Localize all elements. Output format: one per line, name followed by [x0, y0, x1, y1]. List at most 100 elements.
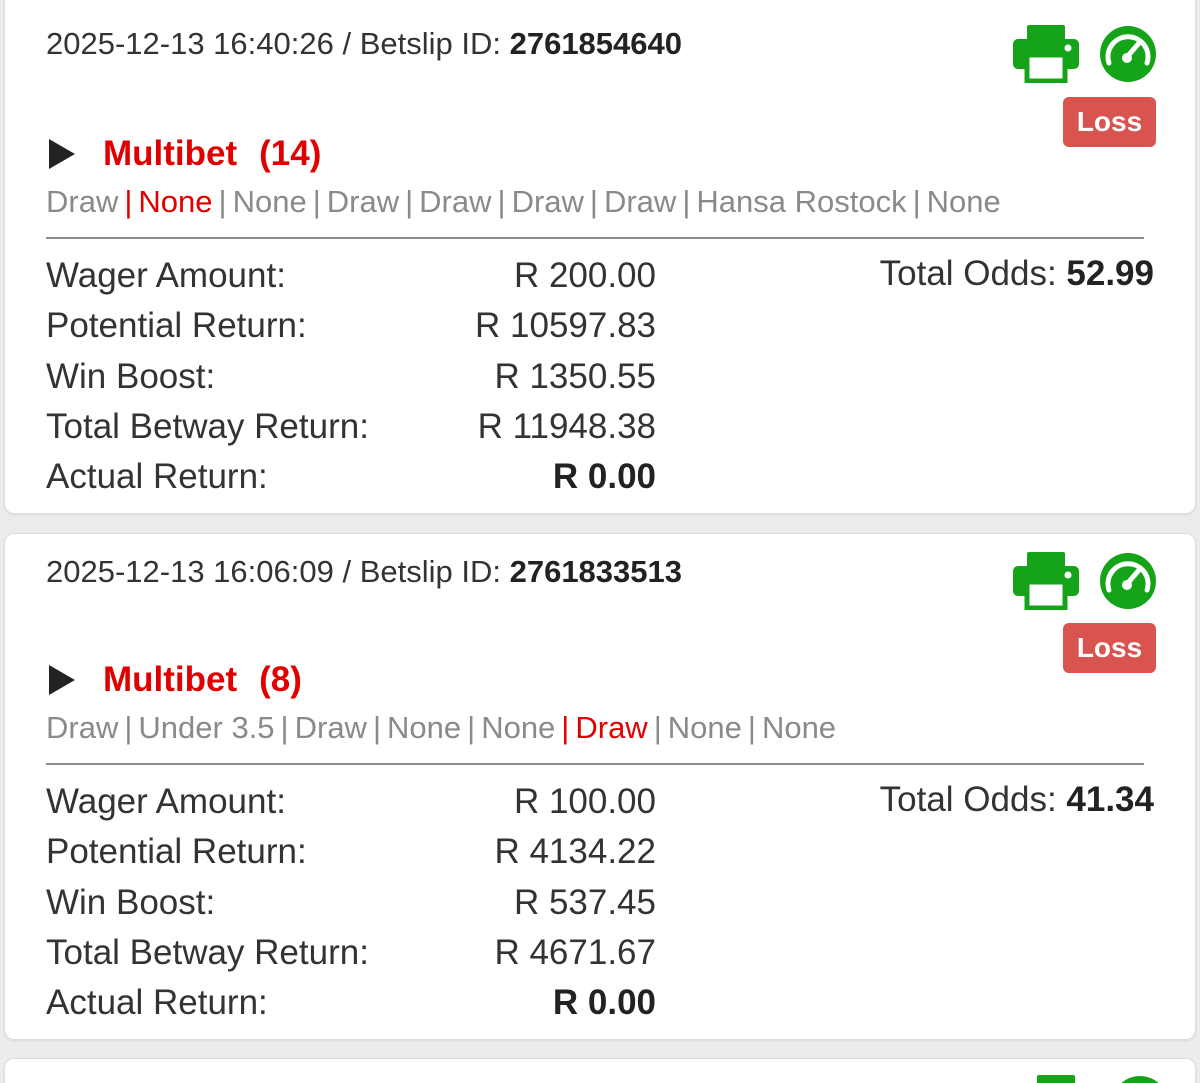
header-separator: / — [333, 554, 360, 589]
actual-return-row: Actual Return: R 0.00 — [46, 452, 656, 502]
win-boost-value: R 537.45 — [513, 882, 656, 922]
actual-return-row: Actual Return: R 0.00 — [46, 978, 656, 1028]
selection-item: None — [232, 184, 307, 219]
bet-type-toggle[interactable]: Multibet (8) — [49, 660, 302, 700]
status-badge: Loss — [1063, 623, 1156, 673]
total-return-row: Total Betway Return: R 11948.38 — [46, 402, 656, 452]
potential-return-value: R 10597.83 — [475, 306, 656, 346]
selection-separator: | — [124, 710, 133, 745]
selection-item: None — [667, 710, 742, 745]
speedometer-icon[interactable] — [1111, 1075, 1169, 1083]
selection-separator: | — [405, 184, 414, 219]
printer-icon[interactable] — [1013, 25, 1079, 83]
selection-item: Under 3.5 — [138, 710, 275, 745]
selection-separator: | — [280, 710, 289, 745]
selection-item: Draw — [419, 184, 492, 219]
betslip-header: 2025-12-13 16:40:26 / Betslip ID: 276185… — [46, 26, 682, 62]
divider — [46, 237, 1144, 239]
betslip-card — [4, 1058, 1196, 1083]
selection-item: None — [387, 710, 462, 745]
leg-count: (14) — [259, 134, 322, 173]
play-triangle-icon[interactable] — [49, 139, 75, 169]
total-return-label: Total Betway Return: — [46, 407, 369, 447]
total-odds-value: 41.34 — [1066, 780, 1154, 819]
actual-return-value: R 0.00 — [552, 457, 656, 497]
betslip-card: 2025-12-13 16:06:09 / Betslip ID: 276183… — [4, 533, 1196, 1040]
betslip-id-label: Betslip ID: — [359, 26, 510, 61]
selection-item: Draw — [326, 184, 400, 219]
total-odds-label: Total Odds: — [879, 780, 1067, 819]
selection-item: Draw — [46, 184, 119, 219]
selection-separator: | — [218, 184, 227, 219]
selection-item: Draw — [575, 710, 648, 745]
total-return-row: Total Betway Return: R 4671.67 — [46, 928, 656, 978]
win-boost-row: Win Boost: R 537.45 — [46, 878, 656, 928]
selection-separator: | — [497, 184, 506, 219]
win-boost-label: Win Boost: — [46, 882, 216, 922]
betslip-amounts: Wager Amount: R 200.00 Potential Return:… — [46, 251, 656, 502]
selection-separator: | — [682, 184, 691, 219]
total-return-value: R 4671.67 — [494, 933, 656, 973]
selection-separator: | — [653, 710, 662, 745]
betslip-amounts: Wager Amount: R 100.00 Potential Return:… — [46, 777, 656, 1028]
play-triangle-icon[interactable] — [49, 665, 75, 695]
selection-separator: | — [589, 184, 598, 219]
bet-type-label: Multibet — [103, 134, 238, 173]
selection-item: Draw — [511, 184, 584, 219]
wager-value: R 100.00 — [513, 782, 656, 822]
selection-item: Draw — [603, 184, 677, 219]
betslip-datetime: 2025-12-13 16:40:26 — [46, 26, 334, 61]
potential-return-label: Potential Return: — [46, 306, 307, 346]
betslip-id: 2761854640 — [509, 26, 683, 61]
selections-list: Draw | Under 3.5 | Draw | None | None | Draw | None |… — [46, 710, 1144, 746]
speedometer-icon[interactable] — [1099, 25, 1157, 83]
bet-type-label: Multibet — [103, 660, 238, 699]
status-badge: Loss — [1063, 97, 1156, 147]
selection-separator: | — [561, 710, 570, 745]
printer-icon[interactable] — [1013, 552, 1079, 610]
selection-item: Draw — [46, 710, 119, 745]
betslip-id-label: Betslip ID: — [359, 554, 510, 589]
actual-return-label: Actual Return: — [46, 457, 268, 497]
selection-separator: | — [747, 710, 756, 745]
total-return-label: Total Betway Return: — [46, 933, 369, 973]
total-odds-value: 52.99 — [1066, 254, 1154, 293]
selection-item: Hansa Rostock — [696, 184, 907, 219]
win-boost-value: R 1350.55 — [494, 356, 656, 396]
actual-return-value: R 0.00 — [552, 983, 656, 1023]
wager-value: R 200.00 — [513, 256, 656, 296]
total-return-value: R 11948.38 — [477, 407, 656, 447]
selection-separator: | — [312, 184, 321, 219]
total-odds-label: Total Odds: — [879, 254, 1067, 293]
leg-count: (8) — [259, 660, 302, 699]
divider — [46, 763, 1144, 765]
selection-separator: | — [124, 184, 133, 219]
potential-return-label: Potential Return: — [46, 832, 307, 872]
printer-icon[interactable] — [1023, 1075, 1089, 1083]
wager-label: Wager Amount: — [46, 256, 286, 296]
selection-separator: | — [467, 710, 476, 745]
selection-separator: | — [912, 184, 921, 219]
selections-list: Draw | None | None | Draw | Draw | Draw | Draw | Hansa… — [46, 184, 1144, 220]
header-separator: / — [333, 26, 360, 61]
selection-item: None — [138, 184, 213, 219]
selection-item: None — [761, 710, 837, 745]
betslip-datetime: 2025-12-13 16:06:09 — [46, 554, 334, 589]
selection-item: None — [481, 710, 556, 745]
speedometer-icon[interactable] — [1099, 552, 1157, 610]
wager-row: Wager Amount: R 100.00 — [46, 777, 656, 827]
potential-return-row: Potential Return: R 4134.22 — [46, 827, 656, 877]
betslip-id: 2761833513 — [509, 554, 683, 589]
total-odds: Total Odds: 52.99 — [880, 254, 1154, 294]
win-boost-row: Win Boost: R 1350.55 — [46, 352, 656, 402]
selection-item: None — [926, 184, 1001, 219]
bet-type-toggle[interactable]: Multibet (14) — [49, 134, 321, 174]
selection-item: Draw — [294, 710, 367, 745]
wager-label: Wager Amount: — [46, 782, 286, 822]
total-odds: Total Odds: 41.34 — [880, 780, 1154, 820]
potential-return-value: R 4134.22 — [494, 832, 656, 872]
selection-separator: | — [372, 710, 382, 745]
wager-row: Wager Amount: R 200.00 — [46, 251, 656, 301]
actual-return-label: Actual Return: — [46, 983, 268, 1023]
potential-return-row: Potential Return: R 10597.83 — [46, 301, 656, 351]
